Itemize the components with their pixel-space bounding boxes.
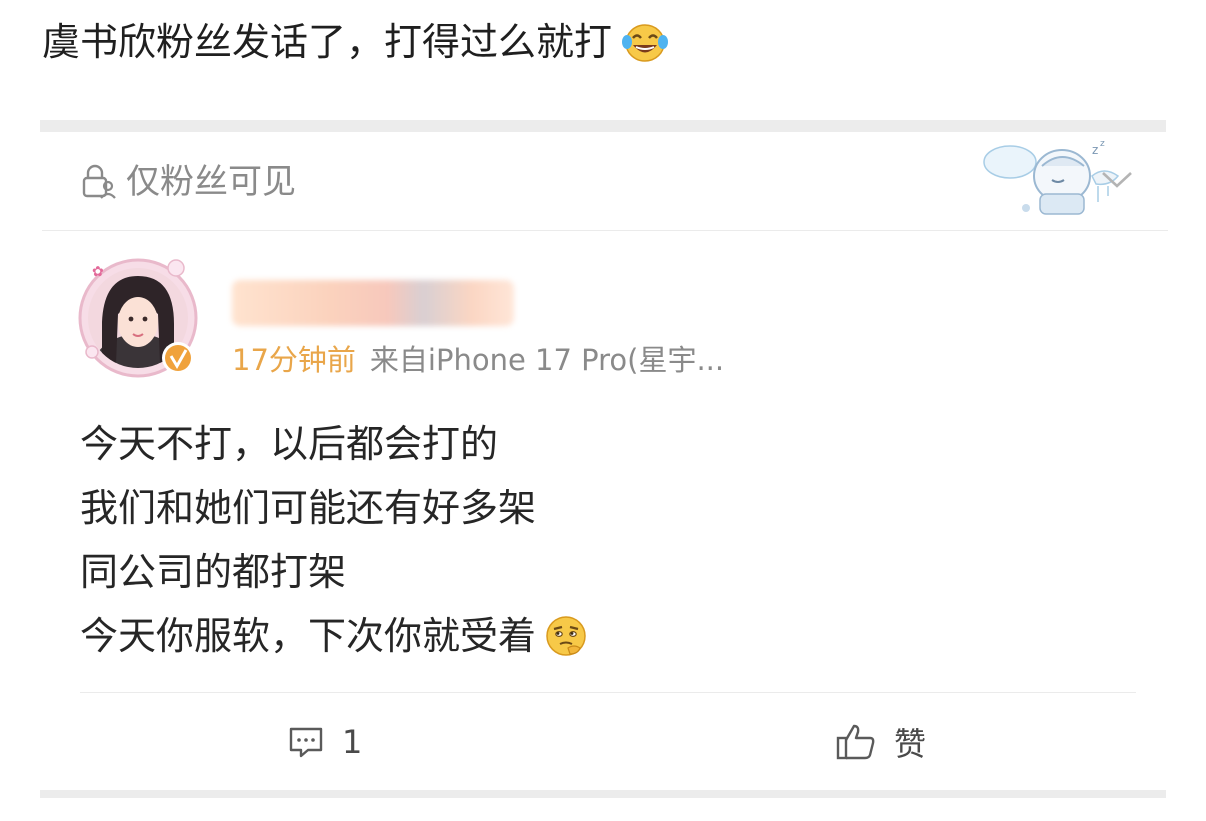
visibility-row: 仅粉丝可见 z z [42, 132, 1168, 231]
post-line-text: 今天你服软，下次你就受着 [80, 614, 537, 658]
action-divider [80, 692, 1136, 693]
post-line-text: 今天不打，以后都会打的 [80, 422, 499, 466]
post-meta: 17分钟前 来自iPhone 17 Pro(星宇... [232, 338, 724, 382]
comment-button[interactable]: 1 [286, 718, 362, 766]
verified-badge-icon [162, 342, 194, 374]
post-card: 仅粉丝可见 z z ✿ 17分钟前 来自iPhone 17 Pro(星宇... … [42, 132, 1168, 790]
headline: 虞书欣粉丝发话了，打得过么就打 [42, 14, 670, 70]
thinking-emoji-icon [546, 616, 586, 656]
blurred-username [232, 280, 514, 326]
avatar[interactable]: ✿ [78, 252, 206, 380]
tears-of-joy-emoji-icon [622, 24, 669, 62]
post-line-text: 同公司的都打架 [80, 550, 347, 594]
svg-text:z: z [1100, 139, 1105, 149]
bottom-divider [40, 790, 1166, 798]
post-line-text: 我们和她们可能还有好多架 [80, 486, 537, 530]
screenshot: 虞书欣粉丝发话了，打得过么就打 仅粉丝可见 z z ✿ 17分钟前 来自iPho… [0, 0, 1206, 821]
post-line: 我们和她们可能还有好多架 [80, 476, 588, 540]
thumbs-up-icon [836, 724, 875, 760]
post-line: 今天你服软，下次你就受着 [80, 604, 588, 668]
comment-icon [289, 727, 323, 758]
comment-count: 1 [342, 723, 363, 761]
chevron-down-icon[interactable] [1100, 168, 1134, 190]
visibility-indicator: 仅粉丝可见 [78, 160, 296, 204]
post-source: 来自iPhone 17 Pro(星宇... [369, 343, 725, 377]
svg-text:z: z [1092, 143, 1098, 157]
lock-person-icon [82, 164, 116, 199]
post-line: 同公司的都打架 [80, 540, 588, 604]
post-content: 今天不打，以后都会打的 我们和她们可能还有好多架 同公司的都打架 今天你服软，下… [80, 412, 588, 668]
headline-text: 虞书欣粉丝发话了，打得过么就打 [42, 20, 613, 64]
like-button[interactable]: 赞 [834, 718, 926, 766]
post-line: 今天不打，以后都会打的 [80, 412, 588, 476]
svg-text:✿: ✿ [92, 264, 104, 280]
like-label: 赞 [894, 725, 927, 763]
section-divider [40, 120, 1166, 132]
visibility-label: 仅粉丝可见 [126, 162, 296, 202]
post-time: 17分钟前 [232, 343, 356, 377]
